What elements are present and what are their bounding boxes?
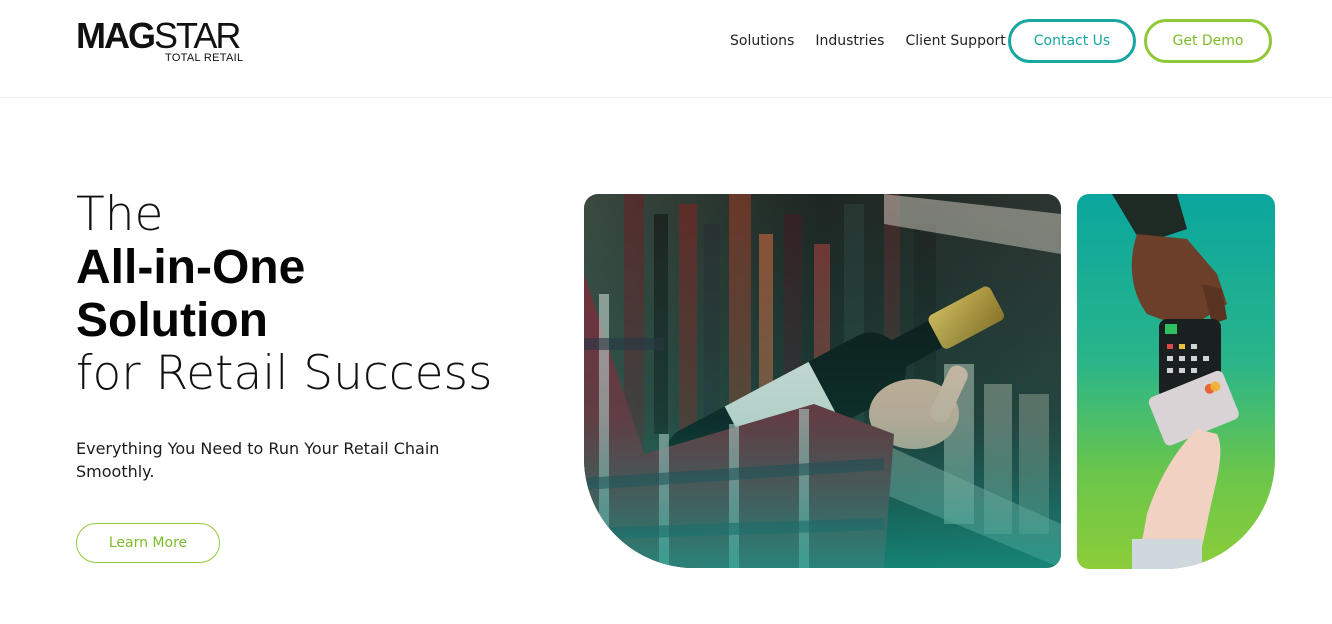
learn-more-button[interactable]: Learn More: [76, 523, 220, 563]
hero-title-line-1: The: [76, 187, 164, 242]
nav-industries[interactable]: Industries: [815, 33, 884, 49]
logo-wordmark: MAGSTAR: [76, 15, 241, 56]
logo-subtitle: TOTAL RETAIL: [165, 52, 244, 64]
logo-star: STAR: [154, 15, 241, 56]
contact-us-button[interactable]: Contact Us: [1008, 19, 1136, 63]
magstar-logo[interactable]: MAGSTAR TOTAL RETAIL: [76, 18, 246, 68]
hero-title-line-3: Solution: [76, 294, 268, 347]
nav-solutions[interactable]: Solutions: [730, 33, 794, 49]
card-payment-image: [1077, 194, 1275, 569]
hero-title-line-2: All-in-One: [76, 241, 306, 294]
wine-bottle-image: [584, 194, 1061, 568]
site-header: MAGSTAR TOTAL RETAIL Solutions Industrie…: [0, 0, 1332, 98]
hero-subtitle: Everything You Need to Run Your Retail C…: [76, 439, 440, 481]
nav-client-support[interactable]: Client Support: [905, 33, 1005, 49]
main-nav: Solutions Industries Client Support: [730, 31, 1027, 51]
hero-title: The All-in-One Solution for Retail Succe…: [76, 188, 536, 400]
get-demo-button[interactable]: Get Demo: [1144, 19, 1272, 63]
logo-mag: MAG: [76, 15, 156, 56]
hero-title-line-4: for Retail Success: [76, 346, 493, 401]
